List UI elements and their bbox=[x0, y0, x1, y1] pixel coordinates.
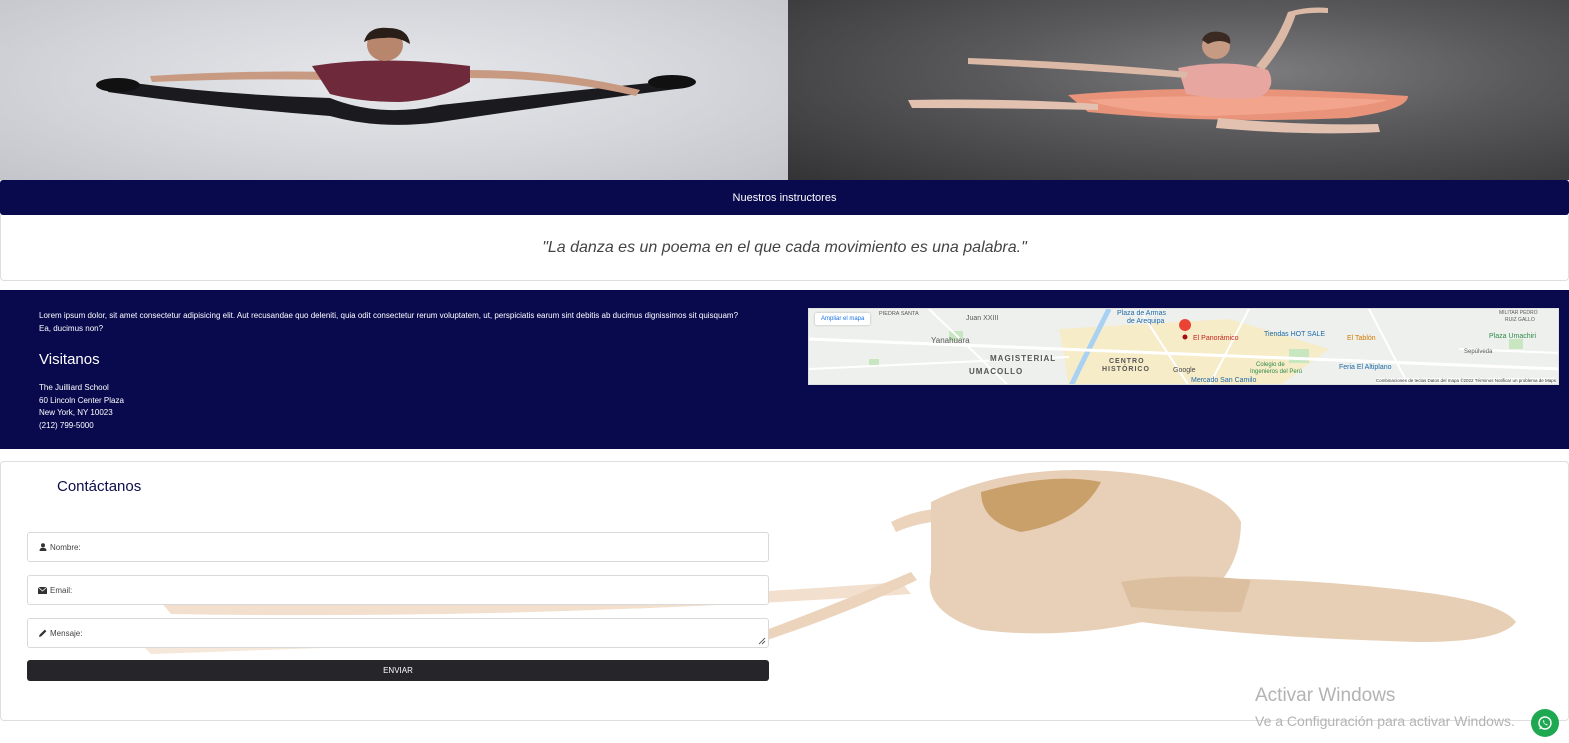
map-label: HISTÓRICO bbox=[1102, 366, 1150, 373]
ballerina-image bbox=[788, 0, 1569, 180]
map-label: PIEDRA SANTA bbox=[879, 311, 919, 317]
windows-activation-hint: Ve a Configuración para activar Windows. bbox=[1255, 713, 1515, 729]
map-label: de Arequipa bbox=[1127, 318, 1165, 325]
map-footer[interactable]: Combinaciones de teclas Datos del mapa ©… bbox=[1375, 378, 1556, 383]
contact-section: Contáctanos Nombre: Email: Mensaje: ENVI… bbox=[0, 461, 1569, 721]
address-line: The Juilliard School bbox=[39, 383, 109, 392]
envelope-icon bbox=[38, 586, 47, 595]
enlarge-map-button[interactable]: Ampliar el mapa bbox=[815, 313, 871, 325]
send-button[interactable]: ENVIAR bbox=[27, 660, 769, 681]
map-label: Feria El Altiplano bbox=[1339, 364, 1392, 371]
map-label: UMACOLLO bbox=[969, 367, 1024, 376]
whatsapp-icon bbox=[1538, 716, 1552, 730]
google-logo: Google bbox=[1173, 367, 1196, 374]
map-label: Juan XXIII bbox=[966, 315, 999, 322]
map-label: RUIZ GALLO bbox=[1505, 317, 1535, 323]
map-label: Plaza Umachiri bbox=[1489, 333, 1537, 340]
embedded-map[interactable]: Ampliar el mapa PIEDRA SANTA Juan XXIII … bbox=[808, 308, 1559, 385]
pencil-icon bbox=[38, 629, 47, 638]
map-label: El Tablón bbox=[1347, 335, 1376, 342]
email-field[interactable]: Email: bbox=[27, 575, 769, 605]
map-label: Yanahuara bbox=[931, 336, 970, 345]
page: Nuestros instructores "La danza es un po… bbox=[0, 0, 1569, 743]
hero-images bbox=[0, 0, 1569, 180]
info-section: Lorem ipsum dolor, sit amet consectetur … bbox=[0, 290, 1569, 449]
quote-text: "La danza es un poema en el que cada mov… bbox=[542, 238, 1027, 256]
address-line: New York, NY 10023 bbox=[39, 408, 113, 417]
visit-title: Visitanos bbox=[39, 351, 100, 368]
instructors-banner: Nuestros instructores bbox=[0, 180, 1569, 215]
map-label: CENTRO bbox=[1109, 358, 1145, 365]
windows-activation-title: Activar Windows bbox=[1255, 685, 1396, 706]
instructors-label: Nuestros instructores bbox=[732, 191, 837, 204]
map-label: Colegio de bbox=[1256, 362, 1285, 368]
map-label: Mercado San Camilo bbox=[1191, 377, 1257, 384]
name-placeholder: Nombre: bbox=[50, 542, 81, 552]
message-field[interactable]: Mensaje: bbox=[27, 618, 769, 648]
quote-card: "La danza es un poema en el que cada mov… bbox=[0, 215, 1569, 281]
user-icon bbox=[38, 543, 47, 552]
male-dancer-image bbox=[0, 0, 788, 180]
whatsapp-button[interactable] bbox=[1531, 709, 1559, 737]
message-placeholder: Mensaje: bbox=[50, 628, 83, 638]
info-text: Lorem ipsum dolor, sit amet consectetur … bbox=[39, 309, 749, 432]
lorem-paragraph: Lorem ipsum dolor, sit amet consectetur … bbox=[39, 311, 739, 333]
name-field[interactable]: Nombre: bbox=[27, 532, 769, 562]
map-label: MAGISTERIAL bbox=[990, 354, 1057, 363]
resize-handle-icon[interactable] bbox=[758, 637, 766, 645]
phone-line: (212) 799-5000 bbox=[39, 420, 94, 430]
map-label: MILITAR PEDRO bbox=[1499, 310, 1538, 316]
map-label: Tiendas HOT SALE bbox=[1264, 331, 1326, 338]
map-label: Ingenieros del Perú bbox=[1250, 369, 1303, 375]
address-line: 60 Lincoln Center Plaza bbox=[39, 395, 124, 405]
map-label: Sepúlveda bbox=[1464, 349, 1493, 355]
contact-title: Contáctanos bbox=[57, 478, 142, 495]
map-label: Plaza de Armas bbox=[1117, 310, 1167, 317]
map-label: El Panorámico bbox=[1193, 335, 1239, 342]
email-placeholder: Email: bbox=[50, 585, 73, 595]
address-block: The Juilliard School 60 Lincoln Center P… bbox=[39, 382, 749, 432]
